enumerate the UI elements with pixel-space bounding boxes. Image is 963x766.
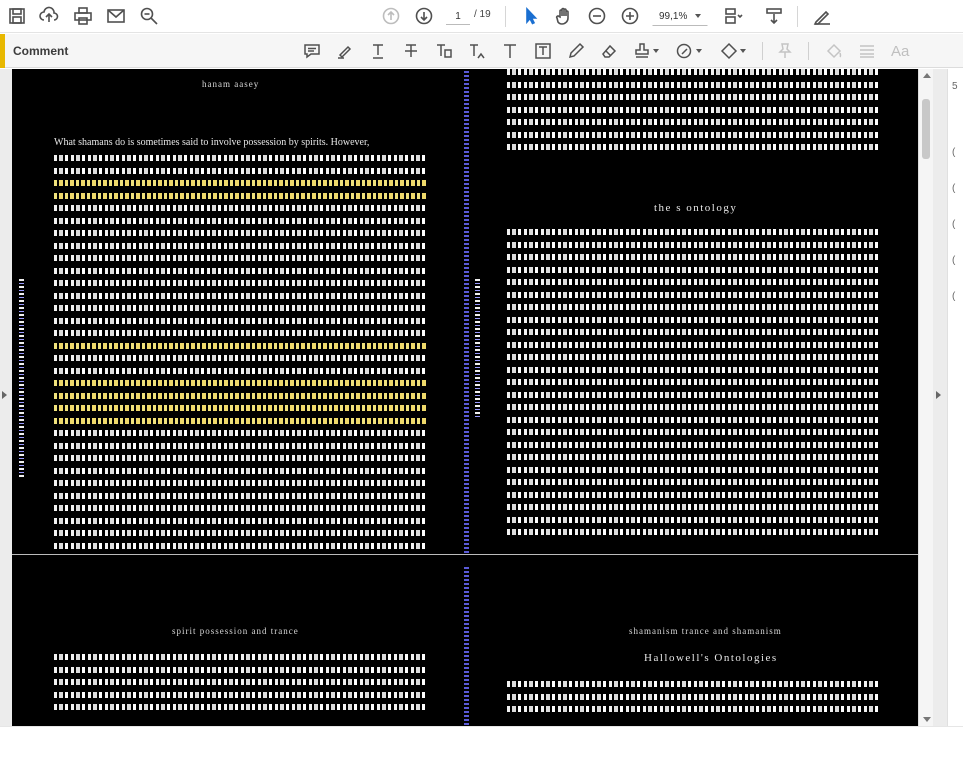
chevron-down-icon[interactable] (740, 49, 746, 53)
chevron-down-icon[interactable] (696, 49, 702, 53)
scroll-thumb[interactable] (922, 99, 930, 159)
collapse-right-icon[interactable] (936, 391, 941, 399)
stamp-icon[interactable] (630, 40, 654, 62)
body-text-block (507, 229, 879, 542)
zoom-value: 99,1% (659, 10, 688, 22)
panel-item[interactable]: ( (952, 255, 955, 266)
replace-text-icon[interactable] (432, 40, 456, 62)
document-viewport[interactable]: hanam aasey What shamans do is sometimes… (0, 69, 947, 726)
body-text-block (507, 681, 879, 719)
body-text-block (54, 654, 428, 717)
pdf-page-right-2: shamanism trance and shamanism Hallowell… (469, 566, 918, 726)
margin-note (475, 279, 480, 419)
page-total: / 19 (474, 9, 491, 20)
eraser-icon[interactable] (597, 40, 621, 62)
font-size-label[interactable]: Aa (891, 43, 909, 60)
save-icon[interactable] (4, 4, 30, 28)
running-head: spirit possession and trance (172, 626, 299, 636)
email-icon[interactable] (103, 4, 129, 28)
panel-item[interactable]: ( (952, 219, 955, 230)
toolbar-divider (505, 6, 506, 27)
zoom-out-icon[interactable] (584, 4, 610, 28)
find-icon[interactable] (136, 4, 162, 28)
attach-icon[interactable] (672, 40, 696, 62)
running-head: hanam aasey (202, 79, 260, 89)
sticky-note-icon[interactable] (300, 40, 324, 62)
comment-label: Comment (13, 44, 69, 58)
upload-icon[interactable] (36, 4, 62, 28)
chevron-down-icon[interactable] (653, 49, 659, 53)
body-text-block (54, 155, 428, 568)
toolbar-divider (808, 42, 809, 60)
insert-text-icon[interactable] (465, 40, 489, 62)
add-text-icon[interactable] (498, 40, 522, 62)
fill-icon[interactable] (822, 40, 846, 62)
comment-accent-bar (0, 34, 5, 68)
right-tools-panel: 5 ( ( ( ( ( (947, 69, 963, 726)
highlight-icon[interactable] (333, 40, 357, 62)
pdf-page-right: the s ontology (469, 69, 918, 554)
pdf-page-left: hanam aasey What shamans do is sometimes… (12, 69, 464, 561)
toolbar-divider (762, 42, 763, 60)
section-heading: Hallowell's Ontologies (644, 652, 778, 664)
toolbar-divider (797, 6, 798, 27)
lines-icon[interactable] (855, 40, 879, 62)
margin-note (19, 279, 24, 479)
running-head: shamanism trance and shamanism (629, 626, 782, 636)
sign-icon[interactable] (809, 4, 835, 28)
main-toolbar: / 19 99,1% (0, 0, 963, 33)
pencil-icon[interactable] (564, 40, 588, 62)
underline-text-icon[interactable] (366, 40, 390, 62)
prev-page-icon[interactable] (378, 4, 404, 28)
bottom-blank-area (0, 726, 963, 766)
page-number-input[interactable] (446, 8, 470, 25)
next-page-icon[interactable] (411, 4, 437, 28)
text-box-icon[interactable] (531, 40, 555, 62)
panel-item[interactable]: ( (952, 183, 955, 194)
page-layout-icon[interactable] (720, 4, 746, 28)
section-heading: the s ontology (654, 202, 738, 214)
scroll-up-icon[interactable] (923, 73, 931, 78)
intro-paragraph: What shamans do is sometimes said to inv… (54, 137, 370, 148)
panel-item[interactable]: 5 (952, 81, 958, 92)
panel-item[interactable]: ( (952, 291, 955, 302)
pdf-pages: hanam aasey What shamans do is sometimes… (12, 69, 918, 726)
scroll-icon[interactable] (761, 4, 787, 28)
panel-item[interactable]: ( (952, 147, 955, 158)
vertical-scrollbar[interactable] (918, 69, 933, 726)
chevron-down-icon (695, 14, 701, 18)
strikethrough-text-icon[interactable] (399, 40, 423, 62)
page-break (12, 554, 918, 566)
comment-toolbar: Comment Aa (0, 34, 963, 68)
body-text-block (507, 69, 879, 157)
pin-icon[interactable] (773, 40, 797, 62)
hand-icon[interactable] (551, 4, 577, 28)
zoom-in-icon[interactable] (617, 4, 643, 28)
print-icon[interactable] (70, 4, 96, 28)
pdf-page-left-2: spirit possession and trance (12, 566, 464, 726)
shapes-icon[interactable] (717, 40, 741, 62)
zoom-select[interactable]: 99,1% (652, 6, 708, 26)
scroll-down-icon[interactable] (923, 717, 931, 722)
select-cursor-icon[interactable] (518, 4, 544, 28)
collapse-left-icon[interactable] (2, 391, 7, 399)
